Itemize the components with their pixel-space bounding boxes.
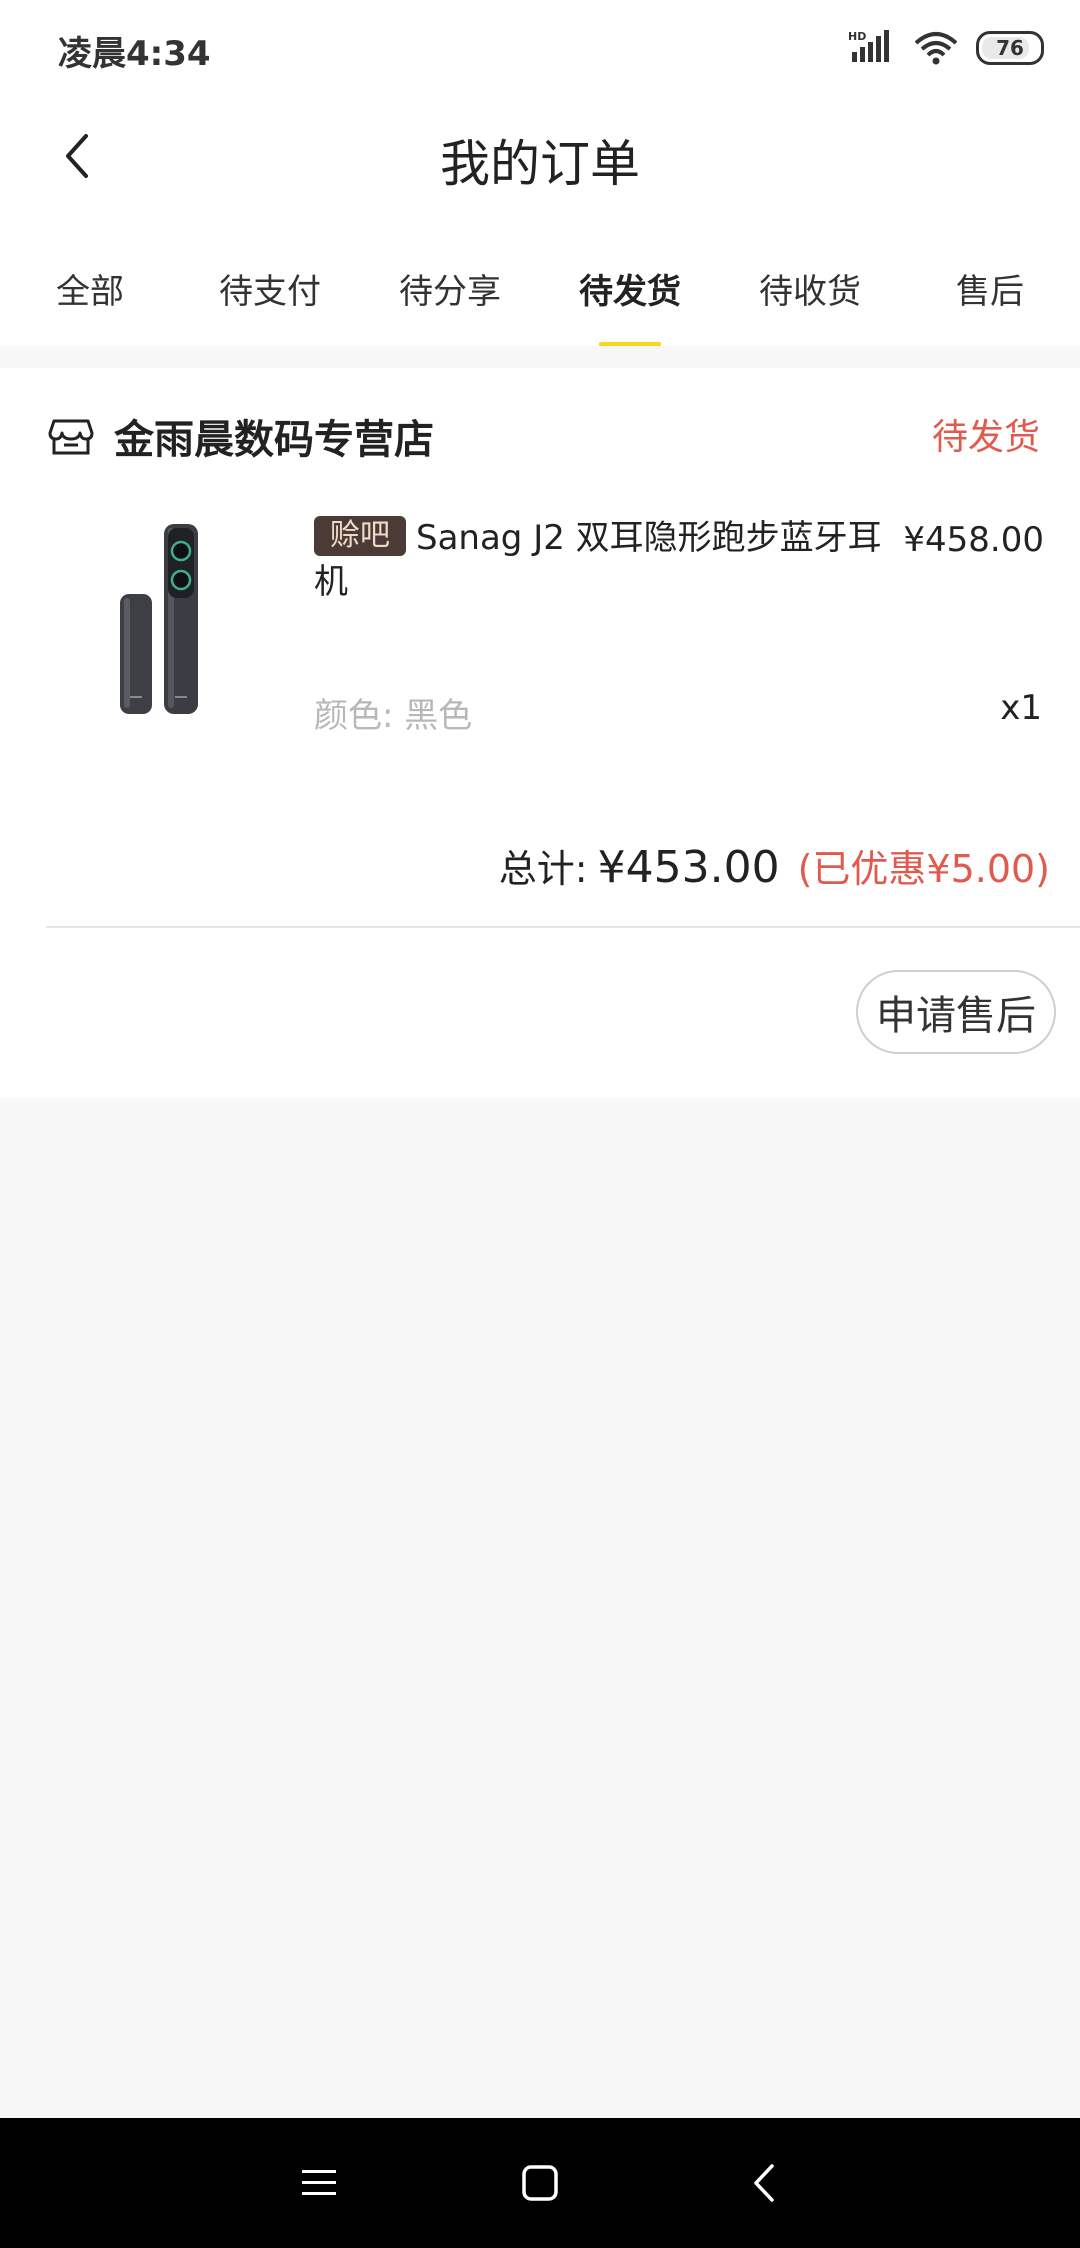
tab-after-sales[interactable]: 售后 bbox=[900, 264, 1080, 313]
battery-icon: 76 bbox=[976, 31, 1044, 65]
total-value: ¥453.00 bbox=[597, 842, 780, 893]
product-attribute: 颜色: 黑色 bbox=[314, 696, 473, 736]
product-quantity: x1 bbox=[1000, 688, 1042, 728]
discount-text: (已优惠¥5.00) bbox=[797, 847, 1050, 891]
network-label: HD bbox=[848, 30, 866, 43]
order-status: 待发货 bbox=[931, 417, 1040, 458]
store-name: 金雨晨数码专营店 bbox=[114, 417, 434, 463]
store-row[interactable]: 金雨晨数码专营店 bbox=[48, 406, 434, 466]
tab-pending-payment[interactable]: 待支付 bbox=[180, 264, 360, 313]
unit-price: ¥458.00 bbox=[903, 520, 1044, 560]
menu-icon[interactable] bbox=[294, 2158, 344, 2208]
wifi-icon bbox=[914, 32, 958, 65]
tab-pending-shipment[interactable]: 待发货 bbox=[540, 264, 720, 313]
credit-tag: 赊吧 bbox=[314, 516, 406, 556]
battery-level: 76 bbox=[996, 36, 1024, 60]
apply-after-sales-button[interactable]: 申请售后 bbox=[856, 970, 1056, 1054]
header: 我的订单 bbox=[0, 96, 1080, 216]
tab-pending-share[interactable]: 待分享 bbox=[360, 264, 540, 313]
product-image bbox=[120, 524, 198, 714]
system-nav-bar bbox=[0, 2118, 1080, 2248]
order-card[interactable]: 金雨晨数码专营店 待发货 赊吧 Sanag J2 双耳隐形跑步蓝牙耳机 ¥458.… bbox=[0, 368, 1080, 1098]
cellular-signal-icon: HD bbox=[848, 30, 889, 62]
product-title-block[interactable]: 赊吧 Sanag J2 双耳隐形跑步蓝牙耳机 bbox=[314, 516, 884, 604]
total-label: 总计: bbox=[498, 847, 588, 891]
status-bar: 凌晨4:34 HD 76 bbox=[0, 0, 1080, 96]
order-tabs: 全部 待支付 待分享 待发货 待收货 售后 bbox=[0, 216, 1080, 350]
order-total: 总计: ¥453.00 (已优惠¥5.00) bbox=[499, 838, 1050, 893]
tab-pending-receipt[interactable]: 待收货 bbox=[720, 264, 900, 313]
home-icon[interactable] bbox=[515, 2158, 565, 2208]
back-nav-icon[interactable] bbox=[742, 2158, 792, 2208]
store-icon bbox=[48, 419, 94, 455]
tab-all[interactable]: 全部 bbox=[0, 264, 180, 313]
card-divider bbox=[46, 926, 1080, 928]
status-time: 凌晨4:34 bbox=[58, 34, 211, 74]
status-icons: HD 76 bbox=[848, 26, 1044, 70]
section-gap bbox=[0, 346, 1080, 368]
page-title: 我的订单 bbox=[440, 135, 640, 193]
